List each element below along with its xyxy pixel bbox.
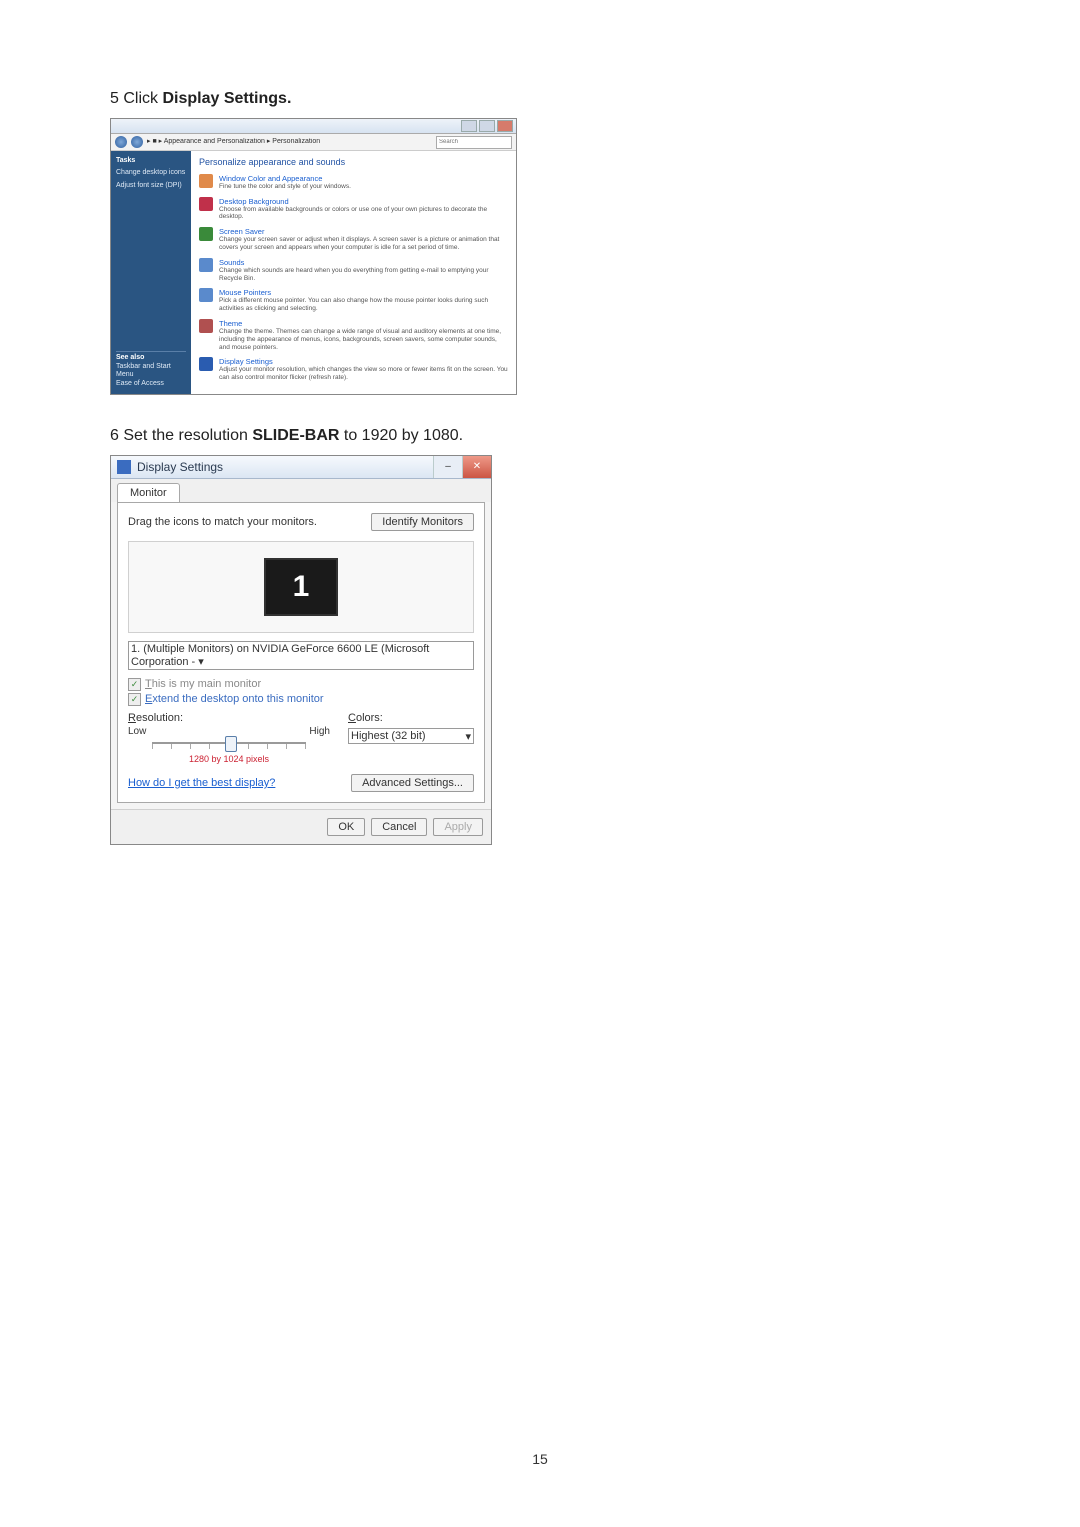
main-monitor-checkbox: ✓ [128,678,141,691]
monitor-panel: Drag the icons to match your monitors. I… [117,502,485,803]
entry-sounds[interactable]: SoundsChange which sounds are heard when… [199,258,508,283]
slider-high-label: High [309,726,330,737]
nav-back-icon[interactable] [115,136,127,148]
sidebar-item-font-size[interactable]: Adjust font size (DPI) [116,182,186,190]
sidebar-item-ease-of-access[interactable]: Ease of Access [116,380,186,388]
sidebar-tasks-heading: Tasks [116,157,186,165]
step-6-text: 6 Set the resolution SLIDE-BAR to 1920 b… [110,427,970,445]
window-title: Display Settings [137,460,433,474]
desktop-background-icon [199,197,213,211]
close-button[interactable]: ✕ [462,456,491,478]
ok-button[interactable]: OK [327,818,365,836]
display-settings-window: Display Settings – ✕ Monitor Drag the ic… [110,455,492,845]
colors-select[interactable]: Highest (32 bit)▾ [348,728,474,744]
resolution-slider[interactable]: Low High [128,726,330,756]
advanced-settings-button[interactable]: Advanced Settings... [351,774,474,792]
sounds-icon [199,258,213,272]
drag-instruction: Drag the icons to match your monitors. [128,516,317,528]
address-bar: ▸ ■ ▸ Appearance and Personalization ▸ P… [111,134,516,151]
monitor-icon [117,460,131,474]
sidebar: Tasks Change desktop icons Adjust font s… [111,151,191,394]
minimize-button[interactable] [461,120,477,132]
entry-theme[interactable]: ThemeChange the theme. Themes can change… [199,319,508,351]
colors-label: Colors: [348,712,474,724]
monitor-select[interactable]: 1. (Multiple Monitors) on NVIDIA GeForce… [128,641,474,670]
cancel-button[interactable]: Cancel [371,818,427,836]
display-settings-icon [199,357,213,371]
step-5-number: 5 [110,90,119,107]
document-page: 5 Click Display Settings. ▸ ■ ▸ Appearan… [0,0,1080,1527]
entry-desktop-background[interactable]: Desktop BackgroundChoose from available … [199,197,508,222]
window-titlebar [111,119,516,134]
sidebar-seealso-heading: See also [116,354,186,362]
extend-desktop-checkbox-row: ✓ Extend the desktop onto this monitor [128,693,474,706]
minimize-button[interactable]: – [433,456,462,478]
main-panel: Personalize appearance and sounds Window… [191,151,516,394]
breadcrumb[interactable]: ▸ ■ ▸ Appearance and Personalization ▸ P… [147,138,432,146]
slider-low-label: Low [128,726,146,737]
mouse-pointers-icon [199,288,213,302]
maximize-button[interactable] [479,120,495,132]
display-settings-titlebar: Display Settings – ✕ [111,456,491,479]
sidebar-item-desktop-icons[interactable]: Change desktop icons [116,169,186,177]
main-monitor-checkbox-row: ✓ This is my main monitor [128,678,474,691]
nav-forward-icon[interactable] [131,136,143,148]
close-button[interactable] [497,120,513,132]
window-color-icon [199,174,213,188]
entry-mouse-pointers[interactable]: Mouse PointersPick a different mouse poi… [199,288,508,313]
entry-display-settings[interactable]: Display SettingsAdjust your monitor reso… [199,357,508,382]
monitor-preview-area[interactable]: 1 [128,541,474,633]
tab-monitor[interactable]: Monitor [117,483,180,502]
entry-screen-saver[interactable]: Screen SaverChange your screen saver or … [199,227,508,252]
monitor-1-icon[interactable]: 1 [264,558,338,616]
entry-window-color[interactable]: Window Color and AppearanceFine tune the… [199,174,508,191]
step-5-text: 5 Click Display Settings. [110,90,970,108]
theme-icon [199,319,213,333]
resolution-label: Resolution: [128,712,330,724]
panel-heading: Personalize appearance and sounds [199,157,508,168]
help-link[interactable]: How do I get the best display? [128,777,275,789]
extend-desktop-checkbox: ✓ [128,693,141,706]
search-input[interactable] [436,136,512,149]
personalization-window: ▸ ■ ▸ Appearance and Personalization ▸ P… [110,118,517,395]
slider-thumb[interactable] [225,736,237,752]
step-6-number: 6 [110,427,119,444]
sidebar-item-taskbar[interactable]: Taskbar and Start Menu [116,363,186,380]
apply-button: Apply [433,818,483,836]
identify-monitors-button[interactable]: Identify Monitors [371,513,474,531]
page-number: 15 [0,1451,1080,1467]
dialog-footer: OK Cancel Apply [111,809,491,844]
tab-strip: Monitor [111,479,491,502]
screen-saver-icon [199,227,213,241]
